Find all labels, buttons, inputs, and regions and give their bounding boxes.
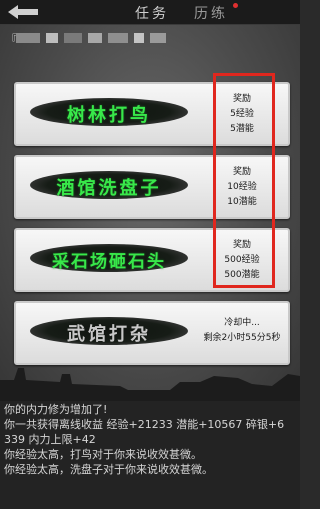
player-info: 『 [6,31,186,46]
cooldown-remaining: 剩余2小时55分5秒 [203,333,281,343]
message-log: 你的内力修为增加了! 你一共获得离线收益 经验+21233 潜能+10567 碎… [0,401,300,509]
task-name: 武馆打杂 [67,324,151,345]
censored-block [16,33,40,43]
task-name-plate: 树林打鸟 [30,98,188,126]
censored-block [88,33,102,43]
task-name: 树林打鸟 [67,105,151,126]
task-cooldown: 冷却中... 剩余2小时55分5秒 [202,316,282,346]
town-silhouette-decoration [0,368,300,401]
task-name-plate: 采石场砸石头 [30,244,188,272]
task-name-plate: 武馆打杂 [30,317,188,345]
log-line: 你一共获得离线收益 经验+21233 潜能+10567 碎银+6 [4,418,285,431]
log-line: 你的内力修为增加了! [4,403,108,416]
cooldown-status: 冷却中... [224,318,260,328]
censored-block [64,33,82,43]
notification-dot [233,3,238,8]
log-line: 你经验太高，洗盘子对于你来说收效甚微。 [4,463,213,476]
task-name: 采石场砸石头 [52,252,166,272]
censored-block [134,33,144,43]
task-card-martial-hall[interactable]: 武馆打杂 冷却中... 剩余2小时55分5秒 [14,301,290,365]
censored-block [46,33,58,43]
task-name-plate: 酒馆洗盘子 [30,171,188,199]
censored-block [150,33,166,43]
reward-highlight-frame [213,73,275,288]
top-bar: 任务 历练 [0,0,300,25]
tab-tasks[interactable]: 任务 [135,3,169,23]
log-line: 你经验太高，打鸟对于你来说收效甚微。 [4,448,202,461]
log-line: 339 内力上限+42 [4,433,96,446]
censored-block [108,33,128,43]
tab-training[interactable]: 历练 [194,3,228,23]
task-name: 酒馆洗盘子 [56,178,162,199]
back-arrow-icon[interactable] [6,3,40,21]
